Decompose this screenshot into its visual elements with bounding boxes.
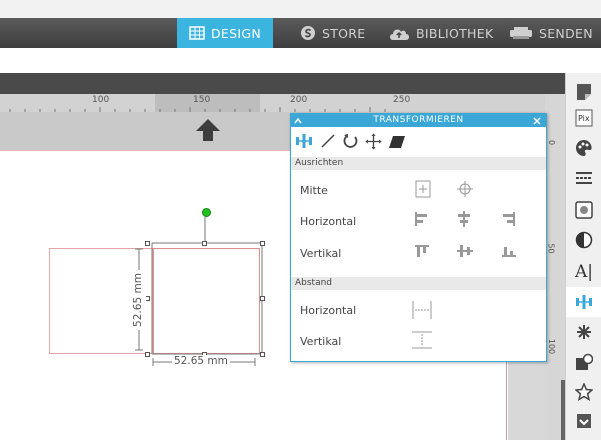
align-center-icon[interactable] [457, 211, 471, 227]
row-vertikal-label: Vertikal [300, 247, 342, 260]
align-middle-icon[interactable] [457, 244, 473, 258]
sidebar-favorites[interactable] [566, 377, 601, 407]
shear-tab-icon[interactable] [388, 135, 406, 149]
ruler-label-250: 250 [393, 95, 411, 105]
ruler-ticks [9, 107, 386, 112]
sidebar-transform[interactable] [566, 287, 601, 317]
sidebar-trace[interactable] [566, 407, 601, 437]
star-icon [575, 383, 593, 401]
sidebar-line-style[interactable] [566, 163, 601, 193]
spacing-vertikal-label: Vertikal [300, 335, 342, 348]
tab-store[interactable]: STORE [300, 18, 366, 48]
height-dimension-label: 52.65 mm [132, 270, 146, 330]
rotate-handle[interactable] [202, 208, 211, 217]
align-icon [576, 295, 592, 309]
tab-bibliothek[interactable]: BIBLIOTHEK [388, 18, 493, 48]
vruler-label-0: 0 [547, 139, 557, 146]
collapse-chevron-icon[interactable] [294, 117, 302, 124]
palette-icon [576, 140, 592, 156]
modify-icon [576, 353, 593, 370]
sidebar-replicate[interactable] [566, 317, 601, 347]
store-icon [301, 26, 315, 40]
tab-design[interactable]: DESIGN [177, 18, 273, 48]
image-effects-icon [575, 201, 593, 219]
row-horizontal-label: Horizontal [300, 215, 357, 228]
width-dimension-label: 52.65 mm [172, 355, 230, 367]
toolbar-gap [0, 48, 601, 73]
line-style-icon [576, 172, 592, 184]
sidebar-text-style[interactable]: A| [566, 257, 601, 287]
align-top-icon[interactable] [414, 244, 430, 258]
scale-tab-icon[interactable] [320, 133, 336, 149]
ruler-label-200: 200 [290, 95, 308, 105]
close-icon[interactable] [533, 117, 541, 125]
send-icon [510, 27, 532, 39]
cloud-icon [390, 29, 409, 40]
sidebar-image-effects[interactable] [566, 195, 601, 225]
ruler-label-150: 150 [193, 95, 211, 105]
center-page-icon[interactable] [415, 180, 431, 198]
section-ausrichten: Ausrichten [291, 157, 546, 170]
right-tool-sidebar: Pix A| [565, 73, 601, 440]
tab-bibliothek-label: BIBLIOTHEK [416, 25, 494, 41]
section-abstand: Abstand [291, 277, 546, 290]
tab-senden-label: SENDEN [539, 25, 593, 41]
tab-design-label: DESIGN [211, 25, 261, 41]
align-left-icon[interactable] [414, 211, 428, 227]
transform-panel: TRANSFORMIEREN Ausrichten Mitte Horizont… [290, 113, 547, 362]
row-mitte-label: Mitte [300, 184, 328, 197]
panel-header[interactable]: TRANSFORMIEREN [291, 114, 546, 127]
trace-icon [577, 414, 591, 428]
top-strip [0, 0, 601, 18]
text-style-icon: A| [574, 262, 593, 282]
align-right-icon[interactable] [502, 211, 516, 227]
vruler-label-50: 50 [546, 243, 556, 254]
rotate-tab-icon[interactable] [342, 133, 359, 150]
distribute-vertical-icon[interactable] [411, 330, 433, 350]
tab-senden[interactable]: SENDEN [509, 18, 593, 48]
ruler-label-100: 100 [92, 95, 110, 105]
feed-arrow-icon[interactable] [194, 117, 222, 143]
move-tab-icon[interactable] [365, 133, 382, 150]
distribute-horizontal-icon[interactable] [411, 300, 433, 320]
page-setup-icon [577, 84, 591, 100]
align-bottom-icon[interactable] [501, 244, 517, 258]
sidebar-pixscan[interactable]: Pix [566, 103, 601, 133]
replicate-icon [577, 325, 591, 339]
vruler-label-100: 100 [547, 338, 557, 355]
top-navbar: DESIGN STORE BIBLIOTHEK SENDEN [0, 18, 601, 48]
pixscan-icon: Pix [575, 109, 593, 127]
sidebar-fill[interactable] [566, 133, 601, 163]
center-icon[interactable] [456, 180, 474, 198]
spacing-horizontal-label: Horizontal [300, 304, 357, 317]
align-tab-icon[interactable] [295, 133, 313, 149]
contrast-icon [575, 231, 593, 249]
panel-title: TRANSFORMIEREN [373, 115, 464, 125]
sidebar-contrast[interactable] [566, 225, 601, 255]
grid-icon [189, 26, 205, 40]
tab-store-label: STORE [322, 25, 366, 41]
svg-text:Pix: Pix [578, 114, 590, 123]
sidebar-modify[interactable] [566, 347, 601, 377]
canvas-header-bar [0, 73, 565, 94]
